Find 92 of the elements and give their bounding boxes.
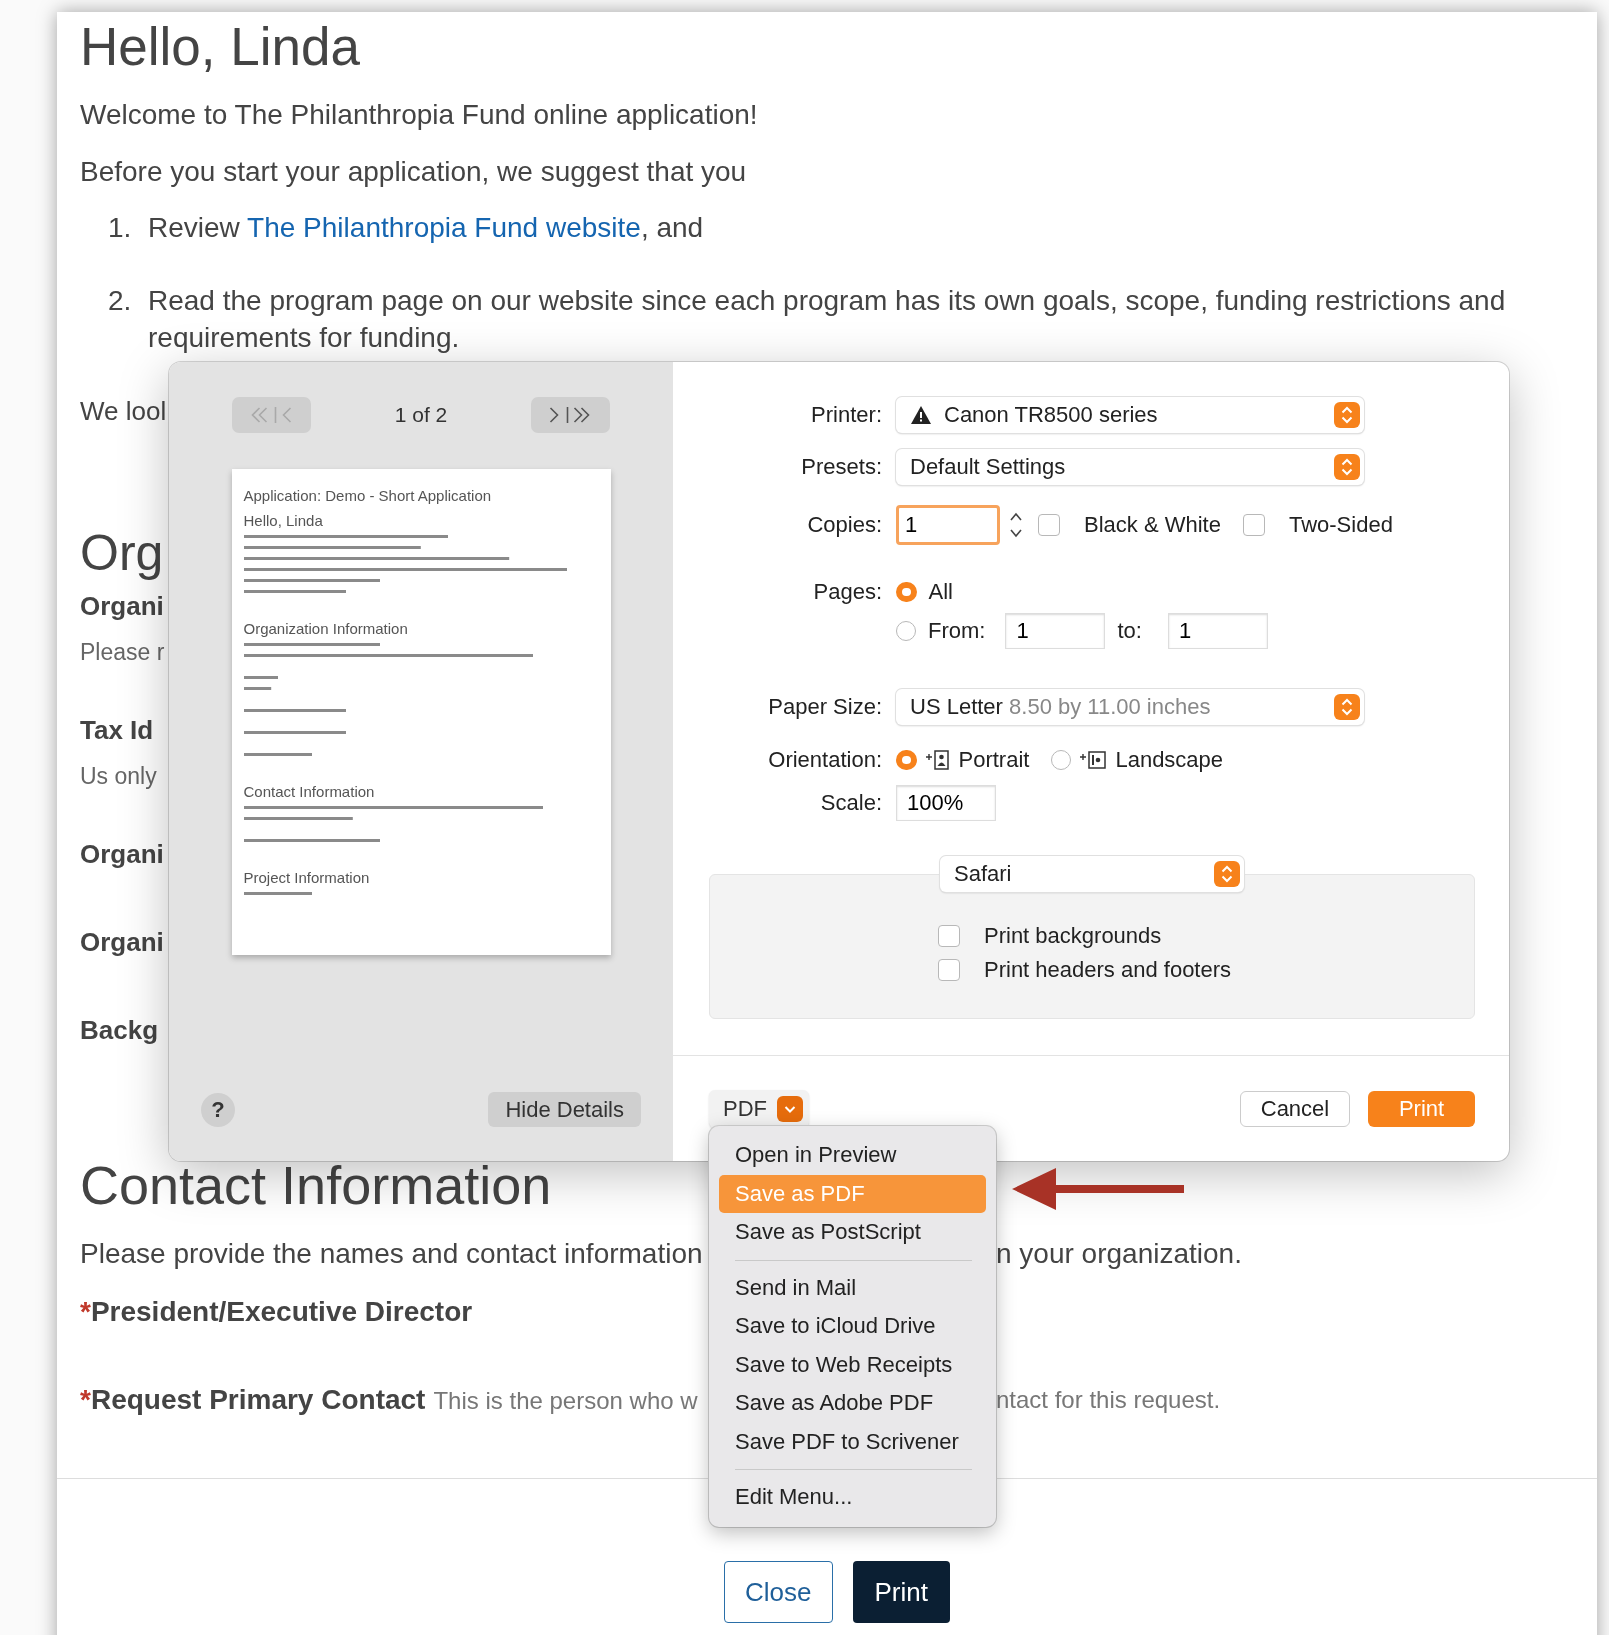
field-label: President/Executive Director	[90, 1296, 473, 1327]
required-marker: *	[80, 1296, 91, 1327]
thumbnail-heading: Hello, Linda	[243, 512, 324, 529]
chevrons-right-icon	[549, 406, 592, 424]
field-label: Organi	[80, 590, 164, 623]
from-page-field[interactable]: 1	[1005, 613, 1106, 649]
warning-icon	[910, 405, 932, 425]
field-label: to:	[1117, 618, 1142, 644]
paper-size-dropdown[interactable]: US Letter 8.50 by 11.00 inches	[896, 689, 1364, 725]
stepper-icon	[1334, 402, 1360, 428]
field-label: Pages:	[812, 579, 882, 605]
field-label: Backg	[80, 1014, 159, 1047]
app-dropdown[interactable]: Safari	[940, 856, 1244, 892]
thumbnail-heading: Project Information	[243, 869, 371, 886]
field-hint: ntact for this request.	[996, 1385, 1221, 1415]
website-link[interactable]: The Philanthropia Fund website	[247, 212, 641, 243]
field-label: Paper Size:	[767, 694, 882, 720]
field-label: Organi	[80, 838, 164, 871]
thumbnail-heading: Contact Information	[243, 783, 376, 800]
hide-details-button[interactable]: Hide Details	[488, 1092, 641, 1127]
menu-item[interactable]: Save as Adobe PDF	[719, 1384, 986, 1423]
cancel-button[interactable]: Cancel	[1240, 1090, 1350, 1127]
radio-label: Landscape	[1115, 747, 1224, 773]
checkbox[interactable]	[1038, 514, 1060, 536]
body-text: Please provide the names and contact information	[80, 1237, 704, 1271]
landscape-icon	[1079, 749, 1108, 771]
page-heading: Hello, Linda	[80, 18, 361, 76]
checkbox[interactable]	[1242, 514, 1265, 536]
radio-label: Portrait	[958, 747, 1030, 773]
scale-field[interactable]: 100%	[896, 785, 996, 821]
menu-item[interactable]: Save as PostScript	[719, 1213, 986, 1252]
step-text: Review The Philanthropia Fund website, and	[148, 211, 705, 245]
field-label: Printer:	[810, 402, 882, 428]
list-number: 1.	[108, 211, 133, 245]
radio-button[interactable]	[1051, 750, 1072, 770]
stepper-icon	[1334, 694, 1360, 720]
body-text: n your organization.	[996, 1237, 1242, 1271]
thumbnail-text: Application: Demo - Short Application	[243, 487, 493, 504]
field-label: Copies:	[806, 512, 882, 538]
field-hint: Please r	[80, 638, 165, 667]
field-label: Orientation:	[767, 747, 882, 773]
radio-label: All	[928, 579, 953, 605]
portrait-icon	[924, 749, 951, 771]
to-page-field[interactable]: 1	[1167, 613, 1268, 649]
menu-item[interactable]: Save to Web Receipts	[719, 1345, 986, 1384]
field-hint: Us only	[80, 762, 157, 791]
text-lines-drawing	[243, 890, 312, 898]
field-label: Request Primary Contact	[90, 1384, 426, 1415]
presets-dropdown[interactable]: Default Settings	[896, 449, 1364, 485]
field-label: Organi	[80, 926, 164, 959]
required-marker: *	[80, 1384, 91, 1415]
next-page-button[interactable]	[531, 397, 610, 433]
caret-icon	[777, 1095, 803, 1122]
step-text: Read the program page on our website since each program has its own goals, scope, funding restrictions and requirements for funding.	[148, 284, 1507, 355]
radio-label: From:	[928, 618, 986, 644]
close-button[interactable]: Close	[724, 1561, 833, 1623]
section-heading: Org	[80, 524, 164, 583]
body-text: We lool	[80, 395, 167, 428]
checkbox[interactable]	[938, 925, 960, 947]
field-label: Scale:	[819, 790, 882, 816]
page-indicator: 1 of 2	[394, 403, 448, 427]
radio-button[interactable]	[896, 581, 917, 603]
section-heading: Contact Information	[80, 1155, 552, 1215]
help-button[interactable]: ?	[201, 1092, 235, 1127]
checkbox-label: Print headers and footers	[984, 957, 1232, 983]
previous-page-button[interactable]	[232, 397, 311, 433]
field-label: Tax Id	[80, 714, 154, 747]
chevrons-left-icon	[250, 406, 293, 424]
menu-item[interactable]: Edit Menu...	[719, 1478, 986, 1517]
field-label: Presets:	[800, 454, 882, 480]
field-hint: This is the person who w	[433, 1387, 698, 1414]
checkbox[interactable]	[938, 959, 960, 981]
thumbnail-heading: Organization Information	[243, 620, 409, 637]
checkbox-label: Two-Sided	[1288, 512, 1393, 538]
pdf-menu-button[interactable]: PDF	[709, 1089, 809, 1128]
copies-field[interactable]: 1	[896, 505, 1000, 545]
list-number: 2.	[108, 284, 133, 318]
print-button[interactable]: Print	[852, 1561, 950, 1623]
checkbox-label: Print backgrounds	[984, 923, 1162, 949]
printer-dropdown[interactable]: Canon TR8500 series	[896, 397, 1364, 433]
menu-item[interactable]: Save to iCloud Drive	[719, 1307, 986, 1346]
stepper-icon	[1334, 454, 1360, 480]
menu-item[interactable]: Open in Preview	[719, 1136, 986, 1175]
intro-text: Before you start your application, we suggest that you	[80, 155, 748, 189]
radio-button[interactable]	[896, 749, 917, 771]
checkbox-label: Black & White	[1084, 512, 1221, 538]
arrow-icon	[1012, 1166, 1184, 1212]
stepper-icon	[1214, 861, 1240, 887]
menu-item[interactable]: Send in Mail	[719, 1268, 986, 1307]
radio-button[interactable]	[896, 621, 916, 641]
menu-item[interactable]: Save PDF to Scrivener	[719, 1422, 986, 1461]
intro-text: Welcome to The Philanthropia Fund online application!	[80, 98, 759, 132]
